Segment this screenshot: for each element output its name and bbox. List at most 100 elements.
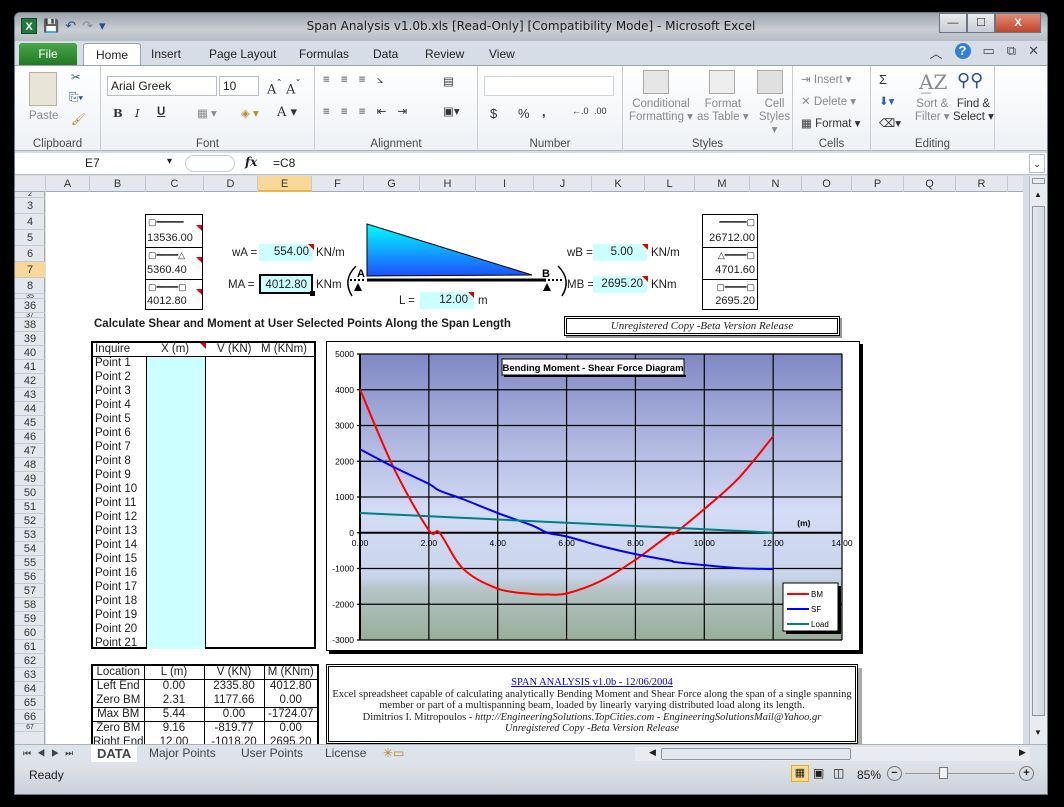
tab-data[interactable]: Data (361, 43, 410, 65)
paste-icon[interactable] (29, 72, 57, 106)
row-header-45[interactable]: 45 (15, 416, 45, 430)
tab-insert[interactable]: Insert (139, 43, 193, 65)
horizontal-scrollbar[interactable]: ◀ ▶ (635, 747, 1030, 761)
row-header-3[interactable]: 3 (15, 198, 45, 214)
row-header-44[interactable]: 44 (15, 402, 45, 416)
insert-cells-button[interactable]: ⇥ Insert ▾ (801, 72, 852, 86)
column-header-g[interactable]: G (364, 176, 420, 192)
name-box[interactable]: E7 (19, 154, 179, 173)
percent-button[interactable]: % (518, 106, 530, 121)
cell-styles-button[interactable]: Cell Styles ▾ (757, 98, 792, 137)
horizontal-align-icons[interactable]: ≡ ≡ ≡ ⇤ ⇥ (323, 104, 411, 118)
scroll-down-icon[interactable]: ▼ (1034, 728, 1042, 737)
row-header-63[interactable]: 63 (15, 668, 45, 682)
row-header-60[interactable]: 60 (15, 626, 45, 640)
column-header-c[interactable]: C (146, 176, 204, 192)
cut-icon[interactable]: ✂ (71, 70, 81, 84)
paste-button[interactable]: Paste (29, 110, 58, 122)
row-header-47[interactable]: 47 (15, 444, 45, 458)
row-header-8[interactable]: 8 (15, 278, 45, 294)
row-header-49[interactable]: 49 (15, 472, 45, 486)
find-select-button[interactable]: Find & Select ▾ (953, 98, 994, 124)
doc-minimize-icon[interactable]: ▭ (983, 43, 995, 62)
fill-handle[interactable] (310, 291, 315, 296)
vertical-scrollbar[interactable]: ▲ ▼ (1029, 176, 1047, 744)
column-header-k[interactable]: K (592, 176, 645, 192)
expand-formula-bar-icon[interactable]: ⌄ (1029, 154, 1045, 173)
info-title-link[interactable]: SPAN ANALYSIS v1.0b - 12/06/2004 (329, 677, 855, 689)
cell-styles-icon[interactable] (757, 70, 783, 94)
conditional-formatting-button[interactable]: Conditional Formatting ▾ (629, 98, 693, 124)
mb-input[interactable]: 2695.20 (593, 276, 647, 293)
column-header-f[interactable]: F (312, 176, 364, 192)
tab-file[interactable]: File (19, 43, 77, 65)
row-header-59[interactable]: 59 (15, 612, 45, 626)
column-header-n[interactable]: N (750, 176, 802, 192)
column-header-b[interactable]: B (90, 176, 146, 192)
doc-restore-icon[interactable]: ⧉ (1007, 43, 1016, 62)
tab-formulas[interactable]: Formulas (287, 43, 361, 65)
format-painter-icon[interactable]: 🖌 (71, 112, 86, 126)
row-header-50[interactable]: 50 (15, 486, 45, 500)
column-header-m[interactable]: M (695, 176, 750, 192)
row-header-64[interactable]: 64 (15, 682, 45, 696)
tab-review[interactable]: Review (413, 43, 476, 65)
column-header-q[interactable]: Q (904, 176, 956, 192)
autosum-button[interactable]: Σ (879, 72, 887, 87)
fill-icon[interactable]: ⬇▾ (879, 94, 894, 108)
row-header-42[interactable]: 42 (15, 374, 45, 388)
column-header-o[interactable]: O (802, 176, 852, 192)
column-header-l[interactable]: L (645, 176, 695, 192)
row-header-62[interactable]: 62 (15, 654, 45, 668)
fill-color-icon[interactable]: ◈ ▾ (241, 106, 259, 120)
bold-button[interactable]: B (113, 106, 123, 120)
row-header-40[interactable]: 40 (15, 346, 45, 360)
row-header-52[interactable]: 52 (15, 514, 45, 528)
sheet-tab-license[interactable]: License (325, 745, 366, 762)
sort-filter-button[interactable]: Sort & Filter ▾ (915, 98, 950, 124)
row-header-65[interactable]: 65 (15, 696, 45, 710)
delete-cells-button[interactable]: ✕ Delete ▾ (801, 94, 856, 108)
row-header-38[interactable]: 38 (15, 318, 45, 332)
minimize-ribbon-icon[interactable]: ︿ (929, 43, 942, 62)
tab-view[interactable]: View (477, 43, 527, 65)
ma-input-selected[interactable]: 4012.80 (259, 274, 313, 294)
row-header-39[interactable]: 39 (15, 332, 45, 346)
formula-bar-resize-handle[interactable] (185, 155, 235, 172)
column-header-p[interactable]: P (852, 176, 904, 192)
sheet-tab-major-points[interactable]: Major Points (149, 745, 216, 762)
page-break-view-icon[interactable]: ◫ (833, 766, 844, 780)
help-icon[interactable]: ? (954, 43, 971, 59)
column-header-r[interactable]: R (956, 176, 1008, 192)
zoom-slider-thumb[interactable] (939, 767, 948, 779)
column-header-e[interactable]: E (258, 176, 312, 192)
row-header-58[interactable]: 58 (15, 598, 45, 612)
worksheet-grid[interactable]: ▢━━━━━ 13536.00 ▢━━━━△ 5360.40 ▢━━━━▢ 40… (46, 192, 1023, 744)
close-button[interactable]: X (995, 13, 1041, 33)
find-binoculars-icon[interactable]: ⚲⚲ (957, 70, 983, 91)
zoom-out-button[interactable]: − (887, 766, 902, 781)
row-header-53[interactable]: 53 (15, 528, 45, 542)
borders-icon[interactable]: ▦ ▾ (197, 106, 217, 120)
column-header-h[interactable]: H (420, 176, 476, 192)
decrease-decimal-button[interactable]: .00 (594, 106, 607, 116)
zoom-slider-track[interactable] (905, 773, 1015, 774)
increase-decimal-button[interactable]: ←.0 (572, 106, 589, 116)
select-all-corner[interactable] (15, 176, 46, 192)
copy-icon[interactable]: ⎘▾ (69, 92, 83, 105)
conditional-formatting-icon[interactable] (643, 70, 669, 94)
wa-input[interactable]: 554.00 (259, 244, 313, 261)
comma-button[interactable]: , (542, 104, 546, 119)
row-header-48[interactable]: 48 (15, 458, 45, 472)
clear-icon[interactable]: ⌫▾ (879, 116, 901, 130)
minimize-button[interactable]: — (939, 13, 967, 33)
italic-button[interactable]: I (135, 106, 140, 120)
sheet-tab-data[interactable]: DATA (91, 745, 138, 762)
row-header-61[interactable]: 61 (15, 640, 45, 654)
row-header-43[interactable]: 43 (15, 388, 45, 402)
zoom-in-button[interactable]: + (1019, 766, 1034, 781)
row-header-41[interactable]: 41 (15, 360, 45, 374)
row-header-36[interactable]: 36 (15, 299, 45, 313)
page-layout-view-icon[interactable]: ▣ (813, 766, 824, 780)
insert-function-button[interactable]: fx (245, 155, 257, 169)
